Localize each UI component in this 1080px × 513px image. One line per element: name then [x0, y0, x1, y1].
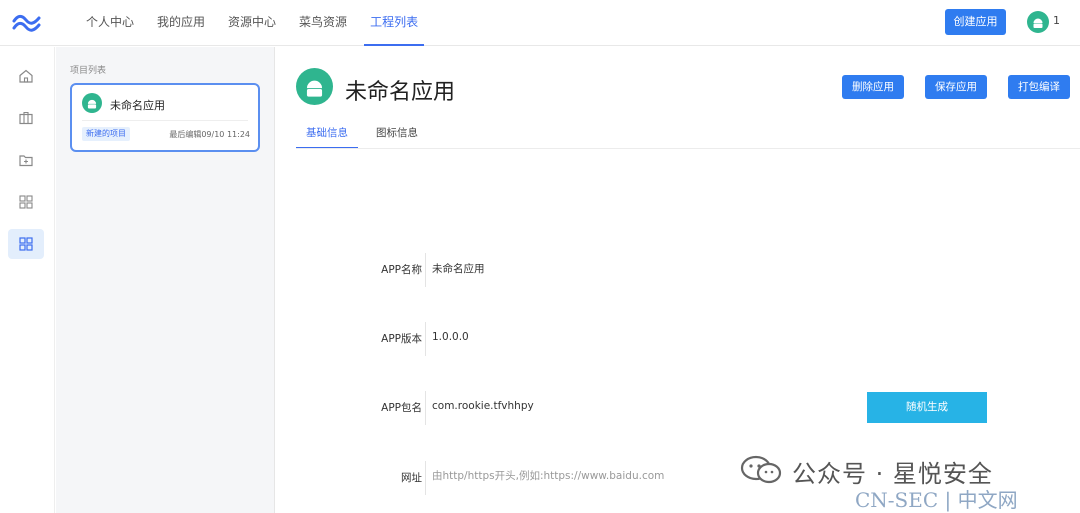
left-rail: [0, 47, 55, 513]
main-content: 未命名应用 删除应用 保存应用 打包编译 基础信息 图标信息 APP名称 APP…: [276, 47, 1080, 513]
delete-app-button[interactable]: 删除应用: [842, 75, 904, 99]
field-separator: [425, 253, 426, 287]
android-icon: [306, 80, 323, 97]
form-row-app-name: APP名称: [276, 252, 1080, 288]
user-avatar[interactable]: [1027, 11, 1049, 33]
grid-icon: [19, 195, 33, 209]
field-separator: [425, 322, 426, 356]
tab-icon-info[interactable]: 图标信息: [366, 123, 428, 149]
rail-resources[interactable]: [8, 145, 44, 175]
user-badge-count: 1: [1053, 14, 1060, 27]
create-app-button[interactable]: 创建应用: [945, 9, 1006, 35]
app-version-input[interactable]: [432, 331, 832, 343]
card-divider: [82, 120, 248, 121]
rail-projects[interactable]: [8, 229, 44, 259]
app-avatar: [296, 68, 333, 105]
top-bar: 个人中心 我的应用 资源中心 菜鸟资源 工程列表 创建应用 1: [0, 0, 1080, 46]
nav-item-rookie-resources[interactable]: 菜鸟资源: [293, 0, 353, 46]
main-nav: 个人中心 我的应用 资源中心 菜鸟资源 工程列表: [80, 0, 435, 46]
random-generate-button[interactable]: 随机生成: [867, 392, 987, 423]
project-avatar: [82, 93, 102, 113]
project-list-title: 项目列表: [70, 66, 107, 76]
android-icon: [87, 99, 97, 109]
tabs-divider: [296, 148, 1080, 149]
project-last-edited: 最后编辑09/10 11:24: [169, 130, 250, 139]
watermark-subtext: CN-SEC | 中文网: [855, 488, 1018, 512]
project-list-panel: 项目列表 未命名应用 新建的项目 最后编辑09/10 11:24: [56, 47, 275, 513]
grid-icon: [19, 237, 33, 251]
field-separator: [425, 461, 426, 495]
nav-item-project-list[interactable]: 工程列表: [364, 0, 425, 46]
app-name-input[interactable]: [432, 262, 832, 274]
project-status-badge: 新建的项目: [82, 127, 130, 141]
rail-grid[interactable]: [8, 187, 44, 217]
wechat-icon: [740, 455, 782, 484]
save-app-button[interactable]: 保存应用: [925, 75, 987, 99]
form-row-app-package: APP包名 随机生成: [276, 390, 1080, 426]
nav-item-my-apps[interactable]: 我的应用: [151, 0, 211, 46]
tab-basic-info[interactable]: 基础信息: [296, 123, 358, 149]
watermark: 公众号 · 星悦安全 CN-SEC | 中文网: [740, 450, 1070, 512]
rail-apps[interactable]: [8, 103, 44, 133]
android-icon: [1033, 18, 1043, 28]
nav-item-personal-center[interactable]: 个人中心: [80, 0, 140, 46]
project-name: 未命名应用: [110, 99, 165, 112]
form-row-app-version: APP版本: [276, 321, 1080, 357]
build-app-button[interactable]: 打包编译: [1008, 75, 1070, 99]
app-version-label: APP版本: [381, 333, 422, 345]
app-package-input[interactable]: [432, 400, 832, 412]
project-card[interactable]: 未命名应用 新建的项目 最后编辑09/10 11:24: [70, 83, 260, 152]
rail-home[interactable]: [8, 61, 44, 91]
tailwind-logo-icon[interactable]: [12, 12, 42, 34]
nav-item-resource-center[interactable]: 资源中心: [222, 0, 282, 46]
detail-tabs: 基础信息 图标信息: [296, 123, 436, 149]
url-label: 网址: [401, 472, 422, 484]
folder-plus-icon: [19, 155, 33, 167]
field-separator: [425, 391, 426, 425]
app-name-label: APP名称: [381, 264, 422, 276]
briefcase-icon: [19, 111, 33, 125]
app-package-label: APP包名: [381, 402, 422, 414]
home-icon: [19, 69, 33, 83]
page-title: 未命名应用: [345, 80, 456, 105]
